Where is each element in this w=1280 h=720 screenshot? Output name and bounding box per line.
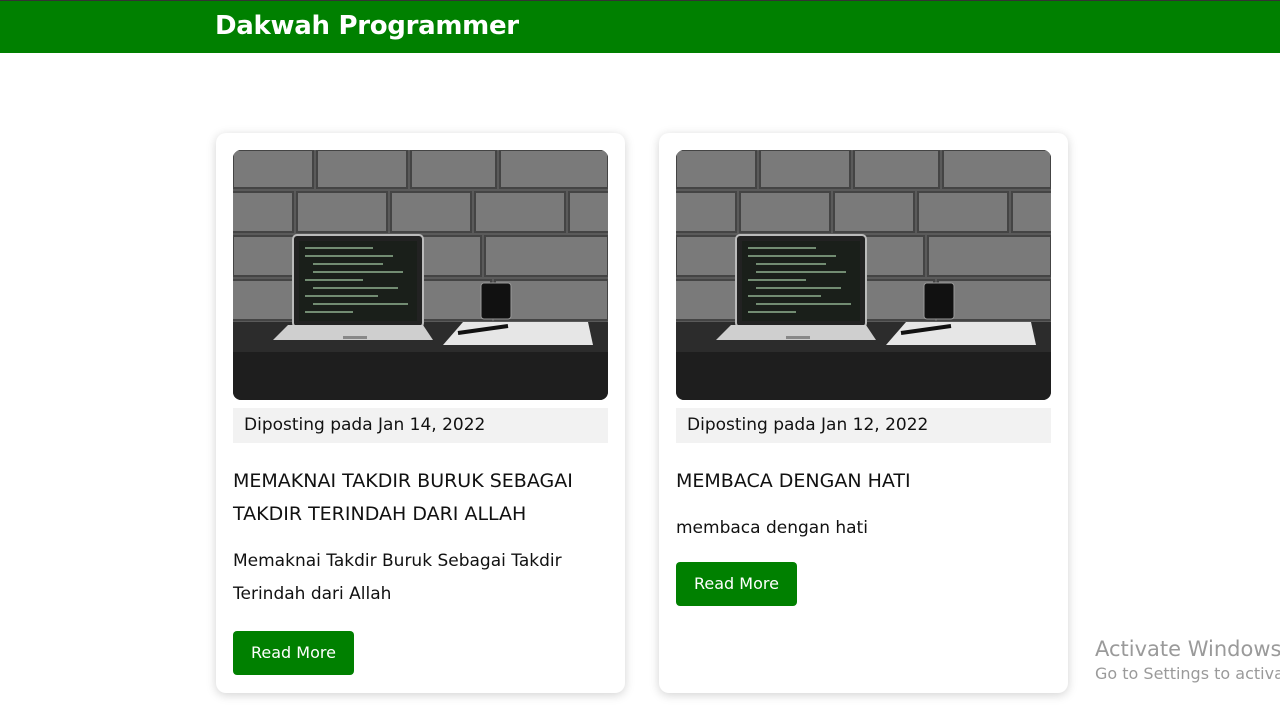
watermark-title: Activate Windows	[1095, 637, 1280, 661]
windows-activation-watermark: Activate Windows Go to Settings to activ…	[1095, 636, 1280, 686]
top-navbar: Dakwah Programmer	[0, 0, 1280, 53]
watermark-subtitle: Go to Settings to activate	[1095, 664, 1280, 683]
post-card: Diposting pada Jan 14, 2022 MEMAKNAI TAK…	[216, 133, 625, 693]
post-excerpt: Memaknai Takdir Buruk Sebagai Takdir Ter…	[233, 551, 562, 604]
post-date: Diposting pada Jan 12, 2022	[676, 408, 1051, 443]
site-brand[interactable]: Dakwah Programmer	[215, 11, 519, 41]
post-thumbnail[interactable]	[676, 150, 1051, 400]
post-date: Diposting pada Jan 14, 2022	[233, 408, 608, 443]
read-more-button[interactable]: Read More	[676, 562, 797, 606]
post-excerpt: membaca dengan hati	[676, 518, 868, 538]
post-card: Diposting pada Jan 12, 2022 MEMBACA DENG…	[659, 133, 1068, 693]
post-thumbnail[interactable]	[233, 150, 608, 400]
post-title[interactable]: MEMAKNAI TAKDIR BURUK SEBAGAI TAKDIR TER…	[233, 465, 608, 531]
read-more-button[interactable]: Read More	[233, 631, 354, 675]
post-title[interactable]: MEMBACA DENGAN HATI	[676, 465, 1051, 498]
